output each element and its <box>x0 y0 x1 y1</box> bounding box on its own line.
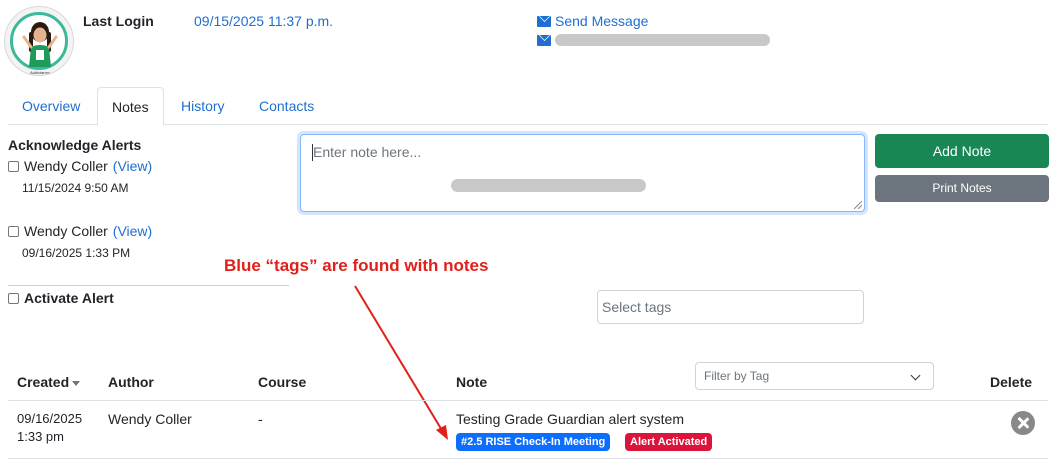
annotation-text: Blue “tags” are found with notes <box>224 256 489 275</box>
svg-text:Addictarmy: Addictarmy <box>30 70 50 75</box>
select-tags-input[interactable]: Select tags <box>597 290 864 324</box>
activate-alert-label: Activate Alert <box>24 290 114 306</box>
tab-bar: Overview Notes History Contacts <box>8 87 1048 126</box>
column-header-created[interactable]: Created <box>17 374 81 390</box>
print-notes-button[interactable]: Print Notes <box>875 175 1049 202</box>
email-link[interactable] <box>537 34 770 46</box>
tab-notes[interactable]: Notes <box>97 87 164 126</box>
note-cell: Testing Grade Guardian alert system <box>456 411 684 427</box>
envelope-icon <box>537 15 551 27</box>
filter-by-tag-select[interactable]: Filter by Tag <box>695 362 934 390</box>
tag-badge[interactable]: Alert Activated <box>625 433 713 451</box>
column-header-course: Course <box>258 374 307 390</box>
avatar: Addictarmy <box>4 6 74 76</box>
redacted-email <box>555 34 770 46</box>
column-header-delete: Delete <box>990 374 1033 390</box>
ack-checkbox[interactable] <box>8 160 19 172</box>
activate-alert-checkbox[interactable] <box>8 292 19 304</box>
ack-author: Wendy Coller <box>24 223 108 239</box>
filter-placeholder: Filter by Tag <box>704 369 770 383</box>
ack-date: 11/15/2024 9:50 AM <box>22 181 129 195</box>
header-divider <box>8 400 1048 401</box>
ack-alert-item: Wendy Coller (View) <box>8 223 152 239</box>
note-textarea[interactable]: Enter note here... <box>300 134 865 212</box>
student-photo-icon: Addictarmy <box>22 22 58 75</box>
activate-alert[interactable]: Activate Alert <box>8 290 114 306</box>
view-link[interactable]: (View) <box>113 158 152 174</box>
acknowledge-alerts-heading: Acknowledge Alerts <box>8 137 142 153</box>
send-message-link[interactable]: Send Message <box>537 13 648 29</box>
tab-history[interactable]: History <box>167 87 239 125</box>
author-cell: Wendy Coller <box>108 411 192 427</box>
redacted-text <box>451 179 646 192</box>
annotation-arrow-icon <box>354 285 448 440</box>
ack-checkbox[interactable] <box>8 225 19 237</box>
add-note-button[interactable]: Add Note <box>875 134 1049 168</box>
ack-author: Wendy Coller <box>24 158 108 174</box>
tab-contacts[interactable]: Contacts <box>245 87 328 125</box>
resize-handle-icon[interactable] <box>854 201 862 209</box>
tab-overview[interactable]: Overview <box>8 87 94 125</box>
last-login-label: Last Login <box>83 13 154 29</box>
note-placeholder: Enter note here... <box>313 144 422 160</box>
course-cell: - <box>258 411 263 427</box>
row-divider <box>8 458 1048 459</box>
column-header-note: Note <box>456 374 488 390</box>
last-login-value: 09/15/2025 11:37 p.m. <box>194 13 334 29</box>
delete-icon[interactable] <box>1011 411 1035 435</box>
created-cell: 09/16/2025 1:33 pm <box>17 411 83 444</box>
divider <box>8 285 289 286</box>
column-header-author: Author <box>108 374 154 390</box>
tag-badge[interactable]: #2.5 RISE Check-In Meeting <box>456 433 611 451</box>
envelope-icon <box>537 34 551 46</box>
send-message-label: Send Message <box>555 13 649 29</box>
chevron-down-icon <box>910 370 921 381</box>
view-link[interactable]: (View) <box>113 223 152 239</box>
sort-caret-icon <box>72 380 81 386</box>
ack-alert-item: Wendy Coller (View) <box>8 158 152 174</box>
ack-date: 09/16/2025 1:33 PM <box>22 246 131 260</box>
